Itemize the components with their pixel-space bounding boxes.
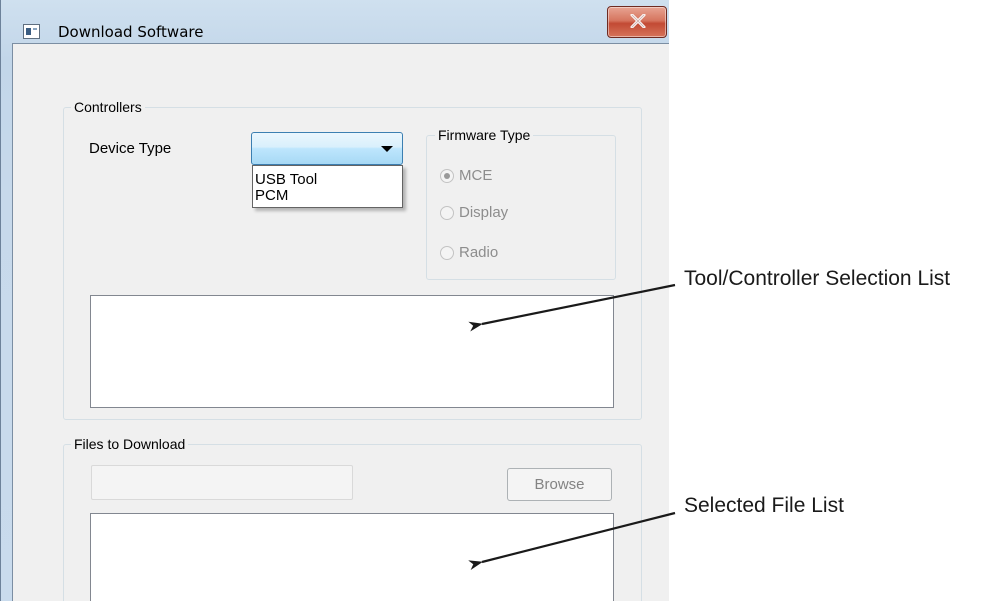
- annotation-selection-list: Tool/Controller Selection List: [684, 267, 951, 290]
- annotation-file-list: Selected File List: [684, 494, 844, 517]
- annotation-arrows: [468, 283, 676, 571]
- screenshot-stage: Download Software Controllers Device Typ…: [0, 0, 1008, 601]
- selection-list-arrow: [468, 283, 676, 332]
- file-list-arrow: [468, 511, 676, 571]
